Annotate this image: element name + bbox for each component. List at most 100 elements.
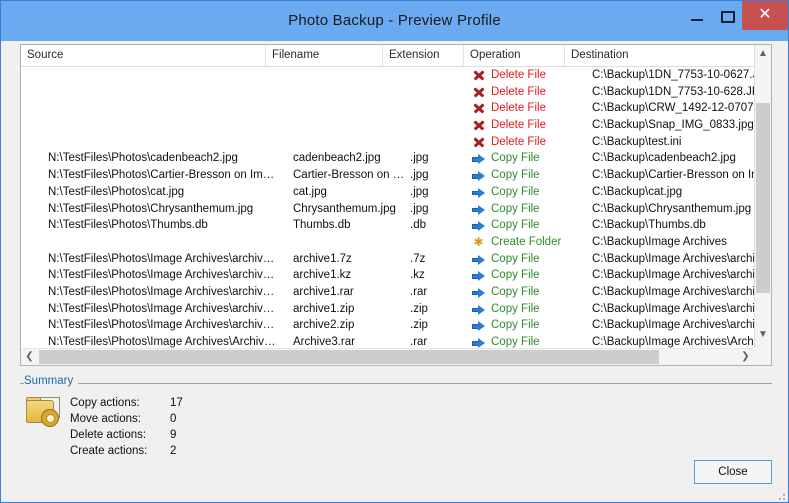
cell-destination: C:\Backup\Image Archives\archive1. <box>592 285 754 298</box>
cell-filename <box>293 100 403 117</box>
cell-extension: .jpg <box>410 152 429 165</box>
cell-operation: Delete File <box>491 119 546 132</box>
cell-source: N:\TestFiles\Photos\Cartier-Bresson on I… <box>48 169 275 182</box>
cell-source <box>48 134 286 151</box>
copy-arrow-icon <box>472 169 485 182</box>
cell-operation: Copy File <box>491 302 540 315</box>
summary-group: Summary Copy actions: 17 Move actions: 0 Del… <box>20 375 772 473</box>
cell-source: N:\TestFiles\Photos\cat.jpg <box>48 185 185 198</box>
table-row[interactable]: Delete File C:\Backup\Snap_IMG_0833.jpg.a… <box>21 117 754 134</box>
window-title: Photo Backup - Preview Profile <box>288 12 501 29</box>
cell-source: N:\TestFiles\Photos\Image Archives\archi… <box>48 269 275 282</box>
cell-extension <box>410 84 466 101</box>
summary-key: Create actions: <box>70 445 148 457</box>
cell-source: N:\TestFiles\Photos\Chrysanthemum.jpg <box>48 202 254 215</box>
maximize-button[interactable] <box>712 1 742 30</box>
cell-operation: Delete File <box>491 135 546 148</box>
table-row[interactable]: Delete File C:\Backup\test.ini <box>21 134 754 151</box>
cell-operation: Copy File <box>491 185 540 198</box>
table-row[interactable]: N:\TestFiles\Photos\Cartier-Bresson on I… <box>21 167 754 184</box>
table-row[interactable]: N:\TestFiles\Photos\cat.jpg cat.jpg .jpg Co… <box>21 184 754 201</box>
scroll-down-icon[interactable]: ▼ <box>755 326 771 343</box>
table-row[interactable]: N:\TestFiles\Photos\Image Archives\archi… <box>21 251 754 268</box>
cell-operation: Delete File <box>491 85 546 98</box>
table-row[interactable]: Delete File C:\Backup\CRW_1492-12-0707.JP… <box>21 100 754 117</box>
cell-destination: C:\Backup\cat.jpg <box>592 185 683 198</box>
table-row[interactable]: N:\TestFiles\Photos\Image Archives\archi… <box>21 317 754 334</box>
table-row[interactable]: N:\TestFiles\Photos\Thumbs.db Thumbs.db .d… <box>21 217 754 234</box>
close-icon: ✕ <box>758 6 772 23</box>
vertical-scroll-thumb[interactable] <box>756 103 770 293</box>
scroll-left-icon[interactable]: ❮ <box>21 349 38 365</box>
table-row[interactable]: N:\TestFiles\Photos\Image Archives\archi… <box>21 267 754 284</box>
cell-destination: C:\Backup\Chrysanthemum.jpg <box>592 202 752 215</box>
client-area: Source Filename Extension Operation Dest… <box>2 41 788 502</box>
close-button[interactable]: Close <box>694 460 772 484</box>
cell-extension <box>410 67 466 84</box>
horizontal-scrollbar[interactable]: ❮ ❯ <box>21 348 771 365</box>
window-close-button[interactable]: ✕ <box>742 1 788 30</box>
delete-x-icon <box>472 136 485 149</box>
cell-source <box>48 100 286 117</box>
cell-filename: archive1.7z <box>293 252 352 265</box>
disc-overlay-icon <box>41 409 59 427</box>
summary-value: 0 <box>170 413 177 425</box>
cell-operation: Copy File <box>491 202 540 215</box>
table-row[interactable]: Create Folder C:\Backup\Image Archives ✱ <box>21 234 754 251</box>
cell-extension <box>410 134 466 151</box>
cell-destination: C:\Backup\Image Archives\archive1. <box>592 302 754 315</box>
cell-source: N:\TestFiles\Photos\Thumbs.db <box>48 219 208 232</box>
column-header-source[interactable]: Source <box>21 45 266 66</box>
list-rows-container: Delete File C:\Backup\1DN_7753-10-0627.JP… <box>21 67 754 365</box>
cell-filename <box>293 134 403 151</box>
cell-filename: archive2.zip <box>293 319 355 332</box>
table-row[interactable]: Delete File C:\Backup\1DN_7753-10-0627.JP… <box>21 67 754 84</box>
cell-destination: C:\Backup\1DN_7753-10-628.JPG <box>592 85 754 98</box>
cell-filename: archive1.rar <box>293 285 354 298</box>
copy-arrow-icon <box>472 286 485 299</box>
delete-x-icon <box>472 69 485 82</box>
cell-extension: .kz <box>410 269 425 282</box>
cell-operation: Create Folder <box>491 235 562 248</box>
cell-extension <box>410 100 466 117</box>
cell-destination: C:\Backup\Cartier-Bresson on Imperr <box>592 169 754 182</box>
scroll-up-icon[interactable]: ▲ <box>755 45 771 62</box>
horizontal-scroll-thumb[interactable] <box>39 350 659 364</box>
cell-operation: Copy File <box>491 219 540 232</box>
table-row[interactable]: N:\TestFiles\Photos\Chrysanthemum.jpg Chr… <box>21 201 754 218</box>
cell-source <box>48 67 286 84</box>
table-row[interactable]: N:\TestFiles\Photos\cadenbeach2.jpg caden… <box>21 150 754 167</box>
table-row[interactable]: N:\TestFiles\Photos\Image Archives\archi… <box>21 284 754 301</box>
group-divider <box>20 383 772 384</box>
summary-key: Copy actions: <box>70 397 140 409</box>
cell-filename: archive1.kz <box>293 269 352 282</box>
cell-destination: C:\Backup\Snap_IMG_0833.jpg.aes2 <box>592 119 754 132</box>
table-row[interactable]: Delete File C:\Backup\1DN_7753-10-628.JPG <box>21 84 754 101</box>
minimize-button[interactable] <box>682 1 712 30</box>
cell-operation: Copy File <box>491 169 540 182</box>
column-header-filename[interactable]: Filename <box>266 45 383 66</box>
scroll-right-icon[interactable]: ❯ <box>737 349 754 365</box>
cell-extension: .jpg <box>410 202 429 215</box>
delete-x-icon <box>472 102 485 115</box>
cell-destination: C:\Backup\Image Archives <box>592 235 727 248</box>
column-header-extension[interactable]: Extension <box>383 45 464 66</box>
column-header-destination[interactable]: Destination <box>565 45 771 66</box>
summary-value: 17 <box>170 397 183 409</box>
vertical-scrollbar[interactable]: ▲ ▼ <box>754 45 771 365</box>
column-header-operation[interactable]: Operation <box>464 45 565 66</box>
title-bar: Photo Backup - Preview Profile ✕ <box>1 1 788 41</box>
copy-arrow-icon <box>472 152 485 165</box>
cell-operation: Copy File <box>491 269 540 282</box>
cell-operation: Delete File <box>491 102 546 115</box>
scrollbar-corner <box>754 348 771 365</box>
table-row[interactable]: N:\TestFiles\Photos\Image Archives\archi… <box>21 301 754 318</box>
cell-source: N:\TestFiles\Photos\Image Archives\archi… <box>48 285 275 298</box>
resize-grip[interactable] <box>775 490 785 500</box>
actions-list-view[interactable]: Source Filename Extension Operation Dest… <box>20 44 772 366</box>
cell-source: N:\TestFiles\Photos\Image Archives\archi… <box>48 302 275 315</box>
cell-extension <box>410 234 466 251</box>
cell-destination: C:\Backup\Image Archives\archive1. <box>592 269 754 282</box>
cell-filename: Chrysanthemum.jpg <box>293 202 396 215</box>
cell-filename <box>293 84 403 101</box>
